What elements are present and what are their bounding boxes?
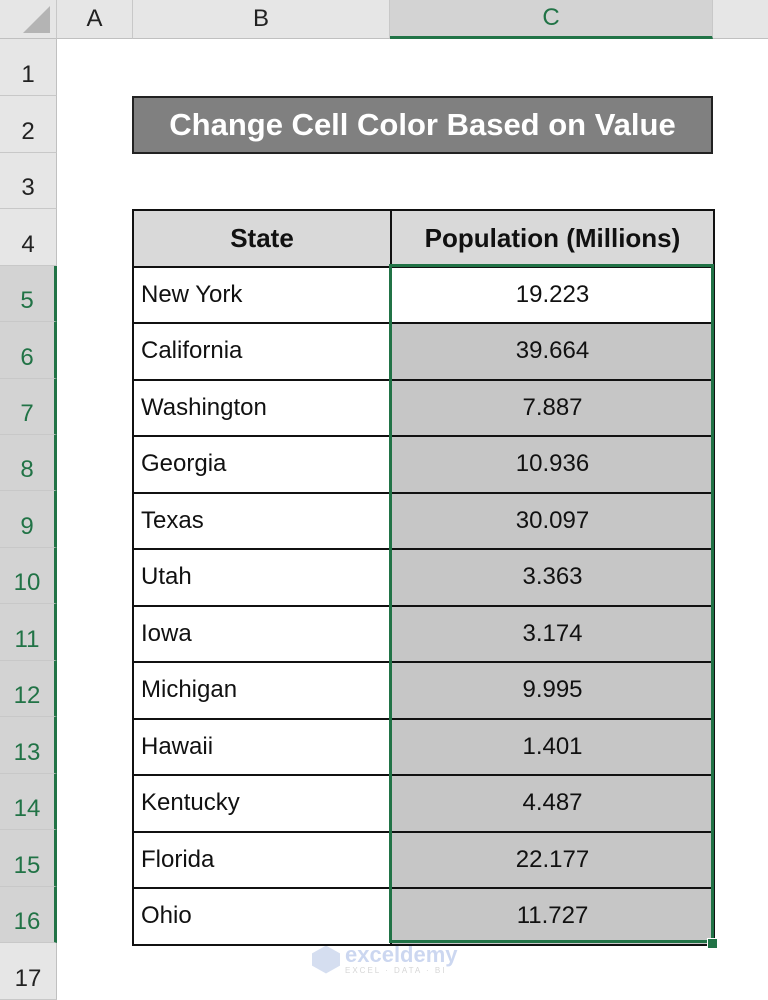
population-cell[interactable]: 22.177 bbox=[390, 830, 715, 889]
row-header-label: 10 bbox=[13, 569, 41, 596]
row-header-17[interactable]: 17 bbox=[0, 943, 57, 1000]
row-header-label: 2 bbox=[21, 118, 35, 145]
row-header-label: 15 bbox=[13, 852, 41, 879]
row-header-6[interactable]: 6 bbox=[0, 322, 57, 379]
table-header-row: State Population (Millions) bbox=[132, 209, 715, 268]
watermark-tagline: EXCEL · DATA · BI bbox=[345, 966, 447, 975]
table-row: Florida 22.177 bbox=[132, 830, 715, 889]
row-header-5[interactable]: 5 bbox=[0, 266, 57, 322]
population-table: State Population (Millions) New York 19.2… bbox=[132, 209, 715, 946]
column-header-d[interactable] bbox=[713, 0, 768, 39]
row-header-label: 9 bbox=[20, 513, 34, 540]
row-header-label: 11 bbox=[14, 626, 40, 653]
state-cell[interactable]: Florida bbox=[132, 830, 392, 889]
row-header-2[interactable]: 2 bbox=[0, 96, 57, 153]
row-header-9[interactable]: 9 bbox=[0, 491, 57, 548]
population-cell[interactable]: 19.223 bbox=[390, 265, 715, 324]
row-header-label: 7 bbox=[20, 400, 34, 427]
population-cell[interactable]: 3.174 bbox=[390, 604, 715, 663]
table-row: Iowa 3.174 bbox=[132, 604, 715, 663]
select-all-corner[interactable] bbox=[0, 0, 57, 39]
row-header-label: 1 bbox=[21, 61, 35, 88]
row-header-14[interactable]: 14 bbox=[0, 774, 57, 830]
row-header-label: 17 bbox=[14, 965, 42, 992]
row-header-3[interactable]: 3 bbox=[0, 153, 57, 209]
header-population[interactable]: Population (Millions) bbox=[390, 209, 715, 268]
state-cell[interactable]: Washington bbox=[132, 378, 392, 437]
state-cell[interactable]: Iowa bbox=[132, 604, 392, 663]
fill-handle[interactable] bbox=[707, 938, 718, 949]
population-cell[interactable]: 7.887 bbox=[390, 378, 715, 437]
column-header-label: B bbox=[252, 5, 269, 32]
population-cell[interactable]: 11.727 bbox=[390, 887, 715, 946]
table-row: Texas 30.097 bbox=[132, 491, 715, 550]
state-cell[interactable]: Georgia bbox=[132, 435, 392, 494]
row-header-label: 12 bbox=[13, 682, 41, 709]
state-cell[interactable]: Ohio bbox=[132, 887, 392, 946]
row-header-12[interactable]: 12 bbox=[0, 661, 57, 717]
row-header-8[interactable]: 8 bbox=[0, 435, 57, 491]
row-header-16[interactable]: 16 bbox=[0, 887, 57, 943]
row-header-7[interactable]: 7 bbox=[0, 379, 57, 435]
state-cell[interactable]: New York bbox=[132, 265, 392, 324]
table-row: Michigan 9.995 bbox=[132, 661, 715, 720]
population-cell[interactable]: 3.363 bbox=[390, 548, 715, 607]
table-row: Utah 3.363 bbox=[132, 548, 715, 607]
row-header-10[interactable]: 10 bbox=[0, 548, 57, 604]
state-cell[interactable]: California bbox=[132, 322, 392, 381]
table-row: Washington 7.887 bbox=[132, 378, 715, 437]
state-cell[interactable]: Kentucky bbox=[132, 774, 392, 833]
table-row: Ohio 11.727 bbox=[132, 887, 715, 946]
column-header-b[interactable]: B bbox=[133, 0, 390, 39]
row-header-label: 13 bbox=[13, 739, 41, 766]
row-header-label: 14 bbox=[13, 795, 41, 822]
table-row: Georgia 10.936 bbox=[132, 435, 715, 494]
sheet-title-cell[interactable]: Change Cell Color Based on Value bbox=[132, 96, 713, 154]
population-cell[interactable]: 39.664 bbox=[390, 322, 715, 381]
watermark: exceldemy EXCEL · DATA · BI bbox=[312, 944, 458, 975]
watermark-name: exceldemy bbox=[345, 942, 458, 967]
row-header-label: 5 bbox=[20, 287, 34, 314]
state-cell[interactable]: Utah bbox=[132, 548, 392, 607]
column-header-c[interactable]: C bbox=[390, 0, 713, 39]
row-header-11[interactable]: 11 bbox=[0, 604, 57, 661]
population-cell[interactable]: 1.401 bbox=[390, 717, 715, 776]
table-row: California 39.664 bbox=[132, 322, 715, 381]
row-header-label: 6 bbox=[20, 344, 34, 371]
row-header-13[interactable]: 13 bbox=[0, 717, 57, 774]
row-header-1[interactable]: 1 bbox=[0, 39, 57, 96]
row-header-label: 8 bbox=[20, 456, 34, 483]
table-row: Kentucky 4.487 bbox=[132, 774, 715, 833]
table-row: Hawaii 1.401 bbox=[132, 717, 715, 776]
column-header-a[interactable]: A bbox=[57, 0, 133, 39]
population-cell[interactable]: 30.097 bbox=[390, 491, 715, 550]
state-cell[interactable]: Hawaii bbox=[132, 717, 392, 776]
state-cell[interactable]: Michigan bbox=[132, 661, 392, 720]
state-cell[interactable]: Texas bbox=[132, 491, 392, 550]
population-cell[interactable]: 9.995 bbox=[390, 661, 715, 720]
column-header-label: A bbox=[86, 5, 103, 32]
population-cell[interactable]: 4.487 bbox=[390, 774, 715, 833]
table-row: New York 19.223 bbox=[132, 265, 715, 324]
row-header-15[interactable]: 15 bbox=[0, 830, 57, 887]
population-cell[interactable]: 10.936 bbox=[390, 435, 715, 494]
select-all-triangle-icon bbox=[23, 6, 50, 33]
row-header-label: 16 bbox=[13, 908, 41, 935]
row-header-label: 4 bbox=[21, 231, 35, 258]
row-header-label: 3 bbox=[21, 174, 35, 201]
exceldemy-logo-icon bbox=[312, 945, 340, 974]
column-header-label: C bbox=[542, 4, 560, 31]
row-header-4[interactable]: 4 bbox=[0, 209, 57, 266]
header-state[interactable]: State bbox=[132, 209, 392, 268]
